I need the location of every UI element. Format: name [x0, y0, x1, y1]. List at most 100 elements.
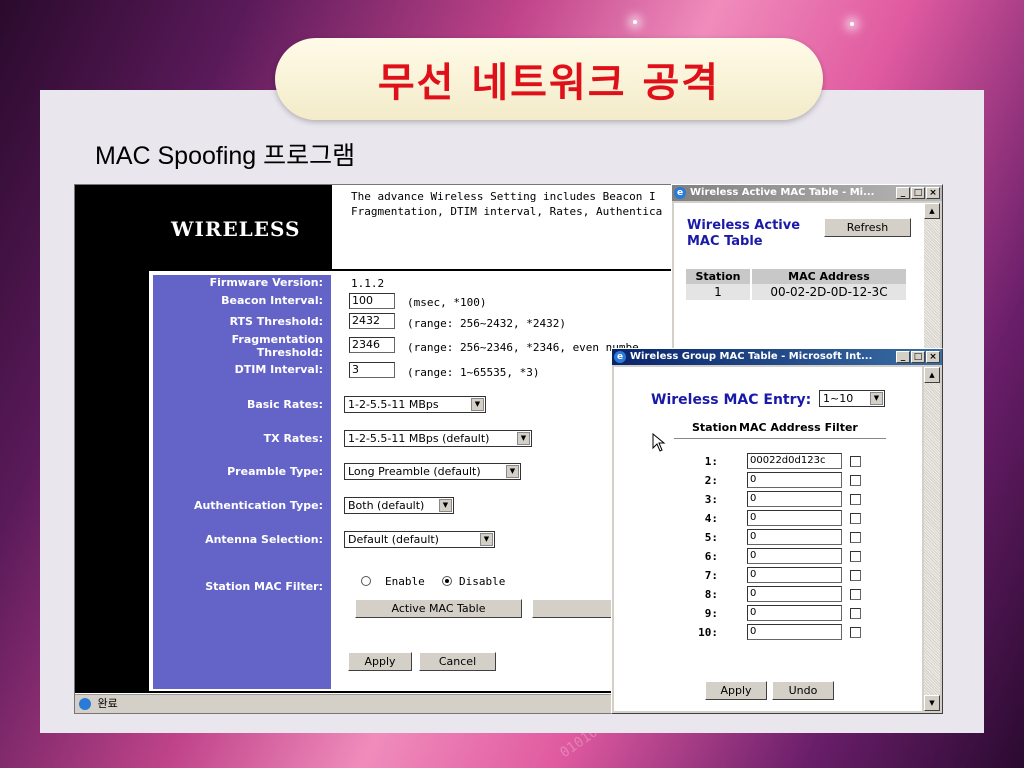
scroll-down-icon[interactable]: ▼	[924, 695, 940, 711]
mac-entry-row: 4: 0	[614, 508, 914, 526]
group-mac-window-body: Wireless MAC Entry: 1~10 ▼ Station MAC Ad…	[614, 367, 922, 711]
cancel-button[interactable]: Cancel	[419, 652, 496, 671]
minimize-icon[interactable]: _	[896, 351, 910, 363]
chevron-down-icon[interactable]: ▼	[471, 398, 484, 411]
fragmentation-label-2: Threshold:	[256, 346, 323, 359]
mouse-cursor-icon	[652, 433, 666, 452]
filter-checkbox[interactable]	[850, 513, 861, 524]
mac-entry-range-select[interactable]: 1~10 ▼	[819, 390, 885, 407]
group-apply-button[interactable]: Apply	[705, 681, 767, 700]
active-mac-table: Station MAC Address 1 00-02-2D-0D-12-3C	[686, 269, 906, 300]
preamble-label: Preamble Type:	[227, 465, 323, 478]
filter-checkbox[interactable]	[850, 570, 861, 581]
mac-address-input[interactable]: 0	[747, 567, 842, 583]
scroll-up-icon[interactable]: ▲	[924, 203, 940, 219]
router-description: The advance Wireless Setting includes Be…	[351, 190, 663, 218]
column-header-station: Station	[686, 269, 752, 284]
firmware-label: Firmware Version:	[209, 276, 323, 289]
chevron-down-icon[interactable]: ▼	[870, 392, 883, 405]
basic-rates-select[interactable]: 1-2-5.5-11 MBps ▼	[344, 396, 486, 413]
mac-address-input[interactable]: 0	[747, 491, 842, 507]
column-header-mac-address: MAC Address	[739, 421, 821, 434]
active-mac-heading-line2: MAC Table	[687, 234, 763, 249]
mac-address-input[interactable]: 0	[747, 529, 842, 545]
slide-title: 무선 네트워크 공격	[275, 38, 823, 120]
mac-address-input[interactable]: 0	[747, 510, 842, 526]
mac-entry-label: 7:	[704, 569, 718, 582]
fragmentation-threshold-input[interactable]: 2346	[349, 337, 395, 353]
mac-entry-row: 5: 0	[614, 527, 914, 545]
enable-radio[interactable]	[361, 576, 371, 586]
mac-address-input[interactable]: 0	[747, 605, 842, 621]
enable-label: Enable	[385, 575, 425, 588]
group-mac-window-title: Wireless Group MAC Table - Microsoft Int…	[630, 351, 873, 362]
mac-entry-label: 8:	[704, 588, 718, 601]
mac-address-input[interactable]: 0	[747, 548, 842, 564]
column-header-station: Station	[692, 421, 738, 434]
active-mac-heading: Wireless Active MAC Table	[687, 218, 800, 250]
authentication-type-value: Both (default)	[348, 499, 425, 512]
filter-checkbox[interactable]	[850, 627, 861, 638]
mac-entry-label: 6:	[704, 550, 718, 563]
mac-entry-row: 6: 0	[614, 546, 914, 564]
mac-entry-label: 4:	[704, 512, 718, 525]
mac-address-input[interactable]: 00022d0d123c	[747, 453, 842, 469]
basic-rates-label: Basic Rates:	[246, 398, 323, 411]
active-mac-scrollbar[interactable]: ▲	[924, 203, 940, 363]
mac-entry-label: 2:	[704, 474, 718, 487]
tx-rates-select[interactable]: 1-2-5.5-11 MBps (default) ▼	[344, 430, 532, 447]
filter-checkbox[interactable]	[850, 608, 861, 619]
filter-checkbox[interactable]	[850, 475, 861, 486]
preamble-type-value: Long Preamble (default)	[348, 465, 481, 478]
mac-entry-label: 3:	[704, 493, 718, 506]
tx-rates-value: 1-2-5.5-11 MBps (default)	[348, 432, 490, 445]
chevron-down-icon[interactable]: ▼	[439, 499, 452, 512]
mac-entry-row: 9: 0	[614, 603, 914, 621]
column-header-mac-address: MAC Address	[788, 270, 870, 283]
sparkle-decoration	[633, 20, 637, 24]
apply-button[interactable]: Apply	[348, 652, 412, 671]
active-mac-table-window: e Wireless Active MAC Table - Mi... _ □ …	[671, 184, 943, 366]
chevron-down-icon[interactable]: ▼	[480, 533, 493, 546]
filter-checkbox[interactable]	[850, 532, 861, 543]
mac-address-input[interactable]: 0	[747, 624, 842, 640]
mac-address-input[interactable]: 0	[747, 472, 842, 488]
mac-entry-label: 5:	[704, 531, 718, 544]
ie-icon: e	[674, 187, 686, 199]
preamble-type-select[interactable]: Long Preamble (default) ▼	[344, 463, 521, 480]
authentication-type-select[interactable]: Both (default) ▼	[344, 497, 454, 514]
close-icon[interactable]: ×	[926, 187, 940, 199]
dtim-interval-input[interactable]: 3	[349, 362, 395, 378]
status-text: 완료	[97, 697, 118, 710]
column-header-filter: Filter	[824, 421, 858, 434]
filter-checkbox[interactable]	[850, 456, 861, 467]
beacon-label: Beacon Interval:	[221, 294, 323, 307]
undo-button[interactable]: Undo	[772, 681, 834, 700]
maximize-icon[interactable]: □	[911, 187, 925, 199]
rts-hint: (range: 256~2432, *2432)	[407, 317, 566, 330]
filter-checkbox[interactable]	[850, 589, 861, 600]
mac-address-input[interactable]: 0	[747, 586, 842, 602]
disable-radio[interactable]	[442, 576, 452, 586]
chevron-down-icon[interactable]: ▼	[517, 432, 530, 445]
minimize-icon[interactable]: _	[896, 187, 910, 199]
filter-checkbox[interactable]	[850, 494, 861, 505]
browser-status-bar: 완료	[75, 694, 685, 713]
group-mac-window-titlebar[interactable]: e Wireless Group MAC Table - Microsoft I…	[612, 349, 942, 365]
refresh-button[interactable]: Refresh	[824, 218, 911, 237]
chevron-down-icon[interactable]: ▼	[506, 465, 519, 478]
rts-threshold-input[interactable]: 2432	[349, 313, 395, 329]
maximize-icon[interactable]: □	[911, 351, 925, 363]
active-mac-window-title: Wireless Active MAC Table - Mi...	[690, 187, 875, 198]
active-mac-window-titlebar[interactable]: e Wireless Active MAC Table - Mi... _ □ …	[672, 185, 942, 201]
close-icon[interactable]: ×	[926, 351, 940, 363]
router-label-column: Firmware Version: Beacon Interval: RTS T…	[153, 275, 331, 689]
active-mac-table-button[interactable]: Active MAC Table	[355, 599, 522, 618]
group-mac-scrollbar[interactable]: ▲ ▼	[924, 367, 940, 711]
filter-checkbox[interactable]	[850, 551, 861, 562]
scroll-up-icon[interactable]: ▲	[924, 367, 940, 383]
beacon-interval-input[interactable]: 100	[349, 293, 395, 309]
authentication-label: Authentication Type:	[193, 499, 323, 512]
ie-icon	[79, 698, 91, 710]
antenna-selection-select[interactable]: Default (default) ▼	[344, 531, 495, 548]
